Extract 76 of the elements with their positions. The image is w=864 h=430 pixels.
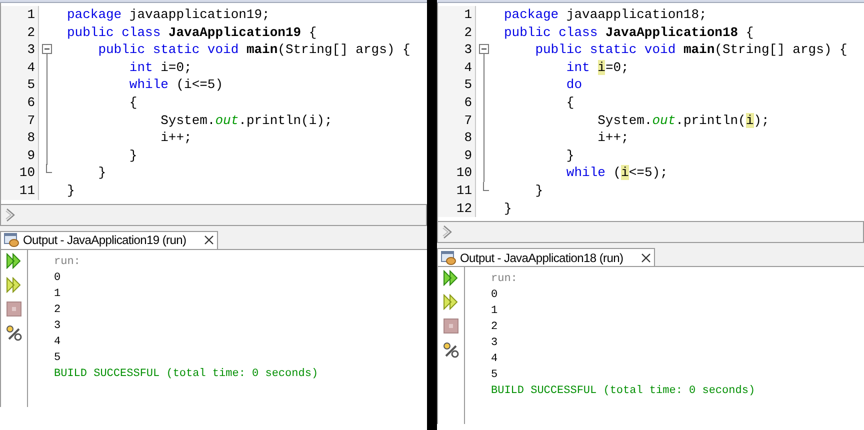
line-number: 12 xyxy=(455,200,473,218)
stop-icon[interactable] xyxy=(443,318,459,334)
line-number: 8 xyxy=(463,129,473,147)
code-line: int i=0; xyxy=(128,58,192,76)
line-number: 5 xyxy=(463,76,473,94)
rerun-with-options-icon[interactable] xyxy=(443,294,459,310)
code-line: public static void main(String[] args) { xyxy=(534,41,848,59)
code-line: { xyxy=(128,94,138,112)
chevron-icon[interactable] xyxy=(5,208,17,222)
line-number: 11 xyxy=(455,182,473,200)
output-window-icon xyxy=(4,233,19,248)
rerun-with-options-icon[interactable] xyxy=(6,276,22,293)
stop-icon[interactable] xyxy=(6,300,22,317)
line-number: 5 xyxy=(26,76,36,94)
output-line: 4 xyxy=(54,334,61,350)
line-number: 1 xyxy=(463,6,473,24)
code-line: i++; xyxy=(596,129,629,147)
line-number: 1 xyxy=(26,6,36,24)
output-line: 4 xyxy=(491,352,498,368)
line-number: 10 xyxy=(18,164,36,182)
line-number: 3 xyxy=(26,41,36,59)
code-line: System.out.println(i); xyxy=(160,112,332,130)
output-line: 5 xyxy=(54,350,61,366)
output-line: 3 xyxy=(491,336,498,352)
code-line: } xyxy=(128,146,138,164)
output-line: 3 xyxy=(54,318,61,334)
chevron-icon[interactable] xyxy=(442,225,454,240)
code-line: int i=0; xyxy=(565,58,629,76)
line-number: 2 xyxy=(463,24,473,42)
line-number: 7 xyxy=(26,112,36,130)
output-line: BUILD SUCCESSFUL (total time: 0 seconds) xyxy=(54,366,318,382)
line-number: 4 xyxy=(463,58,473,76)
output-tab[interactable]: Output - JavaApplication19 (run) xyxy=(0,230,218,249)
line-number: 6 xyxy=(463,94,473,112)
code-line: do xyxy=(565,76,582,94)
code-line: public class JavaApplication19 { xyxy=(67,24,317,42)
code-line: while (i<=5) xyxy=(128,76,224,94)
output-line: 1 xyxy=(54,286,61,302)
output-line: 1 xyxy=(491,304,498,320)
line-number: 9 xyxy=(26,146,36,164)
line-number: 4 xyxy=(26,58,36,76)
code-line: } xyxy=(565,146,574,164)
line-number: 6 xyxy=(26,94,36,112)
line-number: 3 xyxy=(463,41,473,59)
output-line: 2 xyxy=(54,302,61,318)
code-line: package javaapplication18; xyxy=(504,6,707,24)
output-line: run: xyxy=(54,254,80,270)
output-line: 0 xyxy=(491,288,498,304)
output-line: BUILD SUCCESSFUL (total time: 0 seconds) xyxy=(491,384,756,400)
output-line: run: xyxy=(491,272,518,288)
output-line: 5 xyxy=(491,368,498,384)
code-line: } xyxy=(97,164,106,182)
output-line: 0 xyxy=(54,270,61,286)
code-line: package javaapplication19; xyxy=(67,6,270,24)
close-icon[interactable] xyxy=(641,252,652,263)
close-icon[interactable] xyxy=(204,235,214,246)
rerun-icon[interactable] xyxy=(6,252,22,269)
code-line: } xyxy=(534,182,544,200)
line-number: 11 xyxy=(18,182,36,200)
line-number: 10 xyxy=(455,164,473,182)
code-line: } xyxy=(504,200,512,218)
line-number: 8 xyxy=(26,129,36,147)
output-line: 2 xyxy=(491,320,498,336)
code-line: System.out.println(i); xyxy=(596,112,770,130)
line-number: 2 xyxy=(26,24,36,42)
line-number: 9 xyxy=(463,146,473,164)
code-line: } xyxy=(67,182,75,200)
code-line: public class JavaApplication18 { xyxy=(504,24,754,42)
code-line: while (i<=5); xyxy=(565,164,668,182)
code-line: public static void main(String[] args) { xyxy=(97,41,410,59)
code-line: { xyxy=(565,94,574,112)
output-tab[interactable]: Output - JavaApplication18 (run) xyxy=(437,248,656,266)
code-line: i++; xyxy=(160,129,192,147)
line-number: 7 xyxy=(463,112,473,130)
output-window-icon xyxy=(441,250,456,265)
rerun-icon[interactable] xyxy=(443,270,459,286)
